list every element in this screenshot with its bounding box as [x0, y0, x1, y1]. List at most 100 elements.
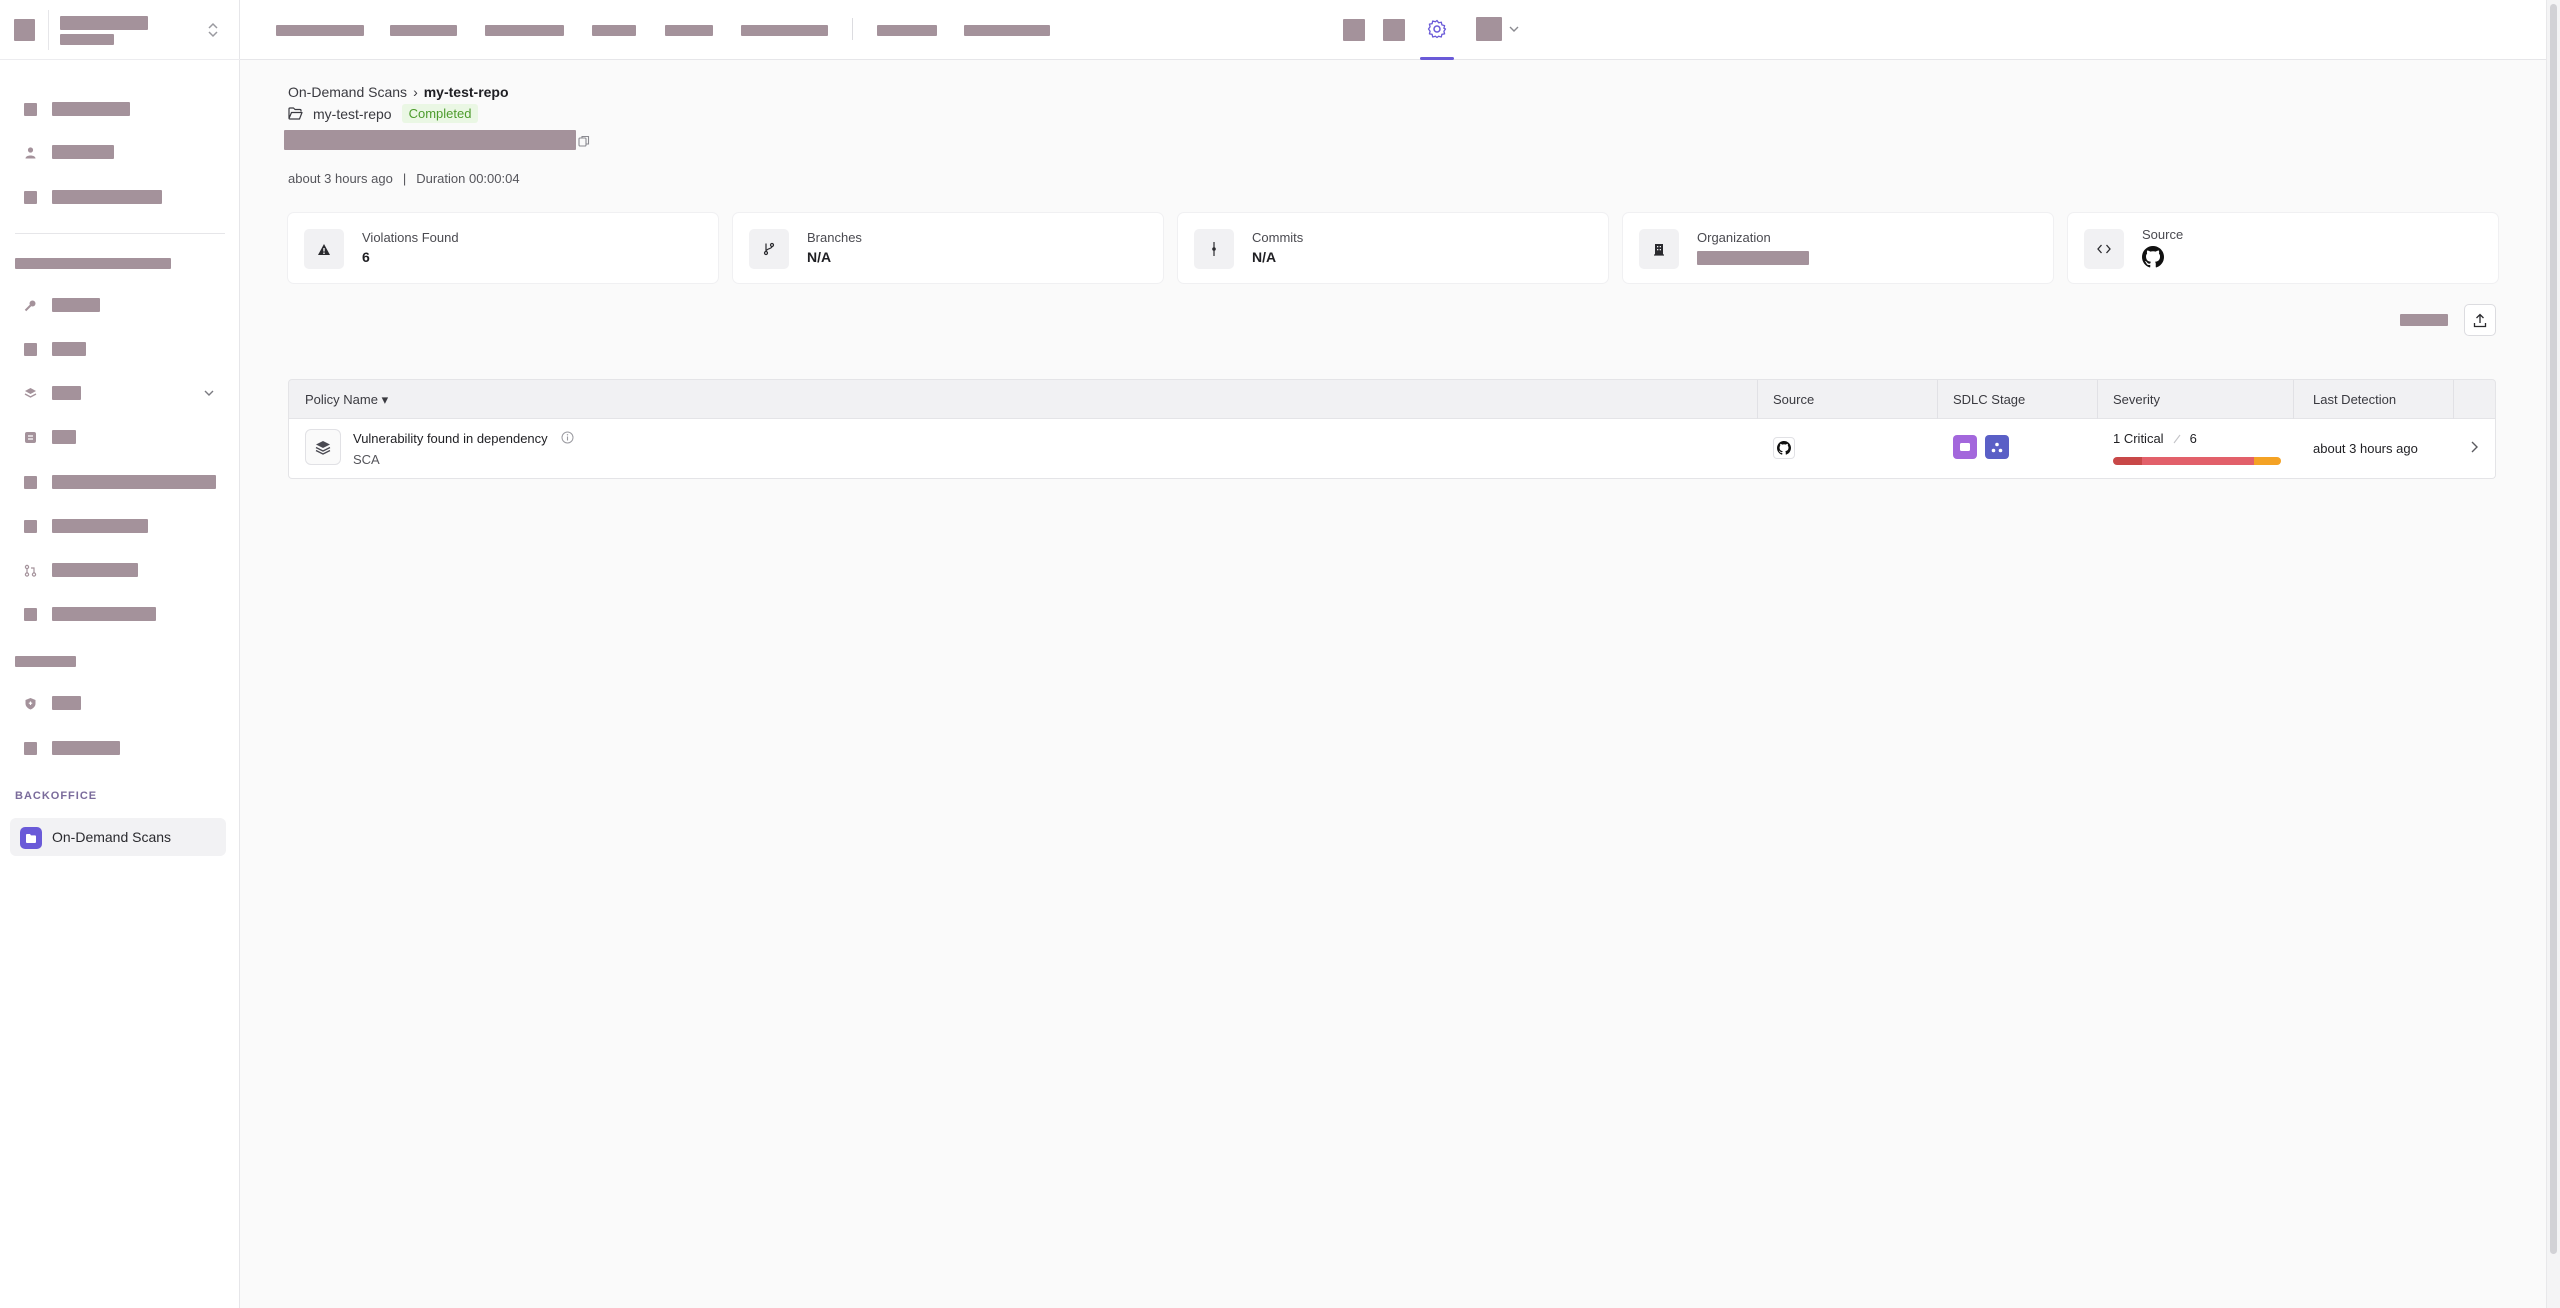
github-icon [2142, 246, 2164, 268]
chevron-right-icon[interactable] [2467, 439, 2481, 455]
policy-name[interactable]: Vulnerability found in dependency [353, 431, 548, 446]
building-icon [1639, 229, 1679, 269]
sidebar-item-label [52, 741, 120, 755]
section-title-backoffice: BACKOFFICE [15, 790, 98, 802]
org-switcher[interactable] [0, 0, 240, 60]
top-nav-tab[interactable] [592, 25, 636, 36]
severity-segment-critical [2113, 457, 2142, 465]
warning-icon [304, 229, 344, 269]
table-header: Policy Name ▾ Source SDLC Stage Severity… [288, 379, 2496, 420]
severity-bar [2113, 457, 2281, 465]
commit-icon [1194, 229, 1234, 269]
stat-value: N/A [807, 249, 832, 265]
sidebar-item-label [52, 102, 130, 116]
avatar[interactable] [1476, 17, 1502, 41]
breadcrumb-link-on-demand-scans[interactable]: On-Demand Scans [288, 84, 407, 100]
severity-segment-high [2141, 457, 2255, 465]
org-divider [48, 10, 49, 50]
sidebar-item-label [52, 430, 76, 444]
repo-name: my-test-repo [313, 105, 392, 122]
sidebar-item-12[interactable] [10, 688, 226, 718]
top-nav-tab[interactable] [741, 25, 828, 36]
severity-critical-count: 1 Critical [2113, 431, 2164, 446]
breadcrumb: On-Demand Scans › my-test-repo [288, 84, 509, 100]
status-badge: Completed [401, 104, 479, 123]
key-icon [24, 300, 36, 312]
duration-label: Duration [416, 171, 466, 186]
layers-icon [24, 388, 37, 398]
top-nav-tab[interactable] [964, 25, 1050, 36]
sidebar-item-label: On-Demand Scans [52, 829, 172, 845]
sidebar-item-6[interactable] [10, 378, 226, 408]
sidebar-item-10[interactable] [10, 555, 226, 585]
top-nav-tab[interactable] [665, 25, 713, 36]
top-nav-tab[interactable] [877, 25, 937, 36]
top-action-button[interactable] [1343, 19, 1365, 41]
slash-icon [2173, 434, 2181, 443]
top-nav-tab[interactable] [485, 25, 564, 36]
org-logo [14, 19, 35, 41]
top-nav-tab[interactable] [390, 25, 457, 36]
scrollbar-thumb[interactable] [2550, 4, 2557, 1254]
stat-label: Source [2142, 227, 2184, 242]
info-icon[interactable] [561, 431, 574, 444]
column-divider [2097, 380, 2098, 420]
severity-summary: 1 Critical 6 [2113, 431, 2197, 446]
sidebar-item-3[interactable] [10, 182, 226, 212]
violations-table: Policy Name ▾ Source SDLC Stage Severity… [288, 379, 2496, 479]
chevron-updown-icon[interactable] [205, 21, 221, 39]
copy-icon[interactable] [578, 135, 590, 147]
breadcrumb-current: my-test-repo [423, 84, 509, 100]
chevron-down-icon[interactable] [1507, 22, 1521, 36]
settings-button[interactable] [1420, 0, 1454, 60]
severity-segment-medium [2254, 457, 2281, 465]
repo-header: my-test-repo Completed [288, 104, 479, 123]
stat-value: 6 [362, 249, 370, 265]
column-header-policy-name[interactable]: Policy Name ▾ [305, 392, 388, 408]
top-action-button[interactable] [1383, 19, 1405, 41]
sidebar-item-label [52, 386, 81, 400]
meta-separator: | [402, 171, 407, 186]
stat-label: Violations Found [362, 230, 459, 245]
grid-icon [25, 432, 36, 443]
sidebar-item-5[interactable] [10, 334, 226, 364]
column-divider [2453, 380, 2454, 420]
nav-icon [24, 520, 37, 533]
sidebar-item-11[interactable] [10, 599, 226, 629]
column-divider [1757, 380, 1758, 420]
sidebar-item-label [52, 519, 148, 533]
stat-card-branches: Branches N/A [733, 213, 1163, 283]
sidebar-item-8[interactable] [10, 467, 226, 497]
user-icon [25, 147, 36, 159]
top-nav-tab[interactable] [276, 25, 364, 36]
column-header-severity[interactable]: Severity [2113, 392, 2160, 407]
page-scrollbar[interactable] [2546, 0, 2560, 1308]
active-tab-indicator [1420, 57, 1454, 60]
results-count-redacted [2400, 314, 2448, 326]
sidebar-item-on-demand-scans[interactable]: On-Demand Scans [10, 818, 226, 856]
sdlc-code-icon [1953, 435, 1977, 459]
top-bar [240, 0, 2546, 60]
scan-id-redacted [284, 130, 576, 150]
chevron-down-icon[interactable] [202, 386, 216, 400]
sidebar-item-2[interactable] [10, 137, 226, 167]
nav-icon [24, 343, 37, 356]
sidebar-item-1[interactable] [10, 94, 226, 124]
sidebar-item-9[interactable] [10, 511, 226, 541]
sidebar-item-13[interactable] [10, 733, 226, 763]
export-button[interactable] [2464, 304, 2496, 336]
sidebar-item-label [52, 696, 81, 710]
folder-open-icon [288, 107, 303, 120]
sidebar-item-4[interactable] [10, 290, 226, 320]
sidebar-item-label [52, 190, 162, 204]
table-row[interactable]: Vulnerability found in dependency SCA 1 … [288, 419, 2496, 479]
column-divider [1937, 380, 1938, 420]
column-header-last-detection[interactable]: Last Detection [2313, 392, 2396, 407]
column-header-sdlc-stage[interactable]: SDLC Stage [1953, 392, 2025, 407]
sidebar-item-label [52, 145, 114, 159]
column-header-source[interactable]: Source [1773, 392, 1814, 407]
section-title-redacted [15, 656, 76, 667]
layers-icon [305, 429, 341, 465]
nav-icon [24, 191, 37, 204]
sidebar-item-7[interactable] [10, 422, 226, 452]
